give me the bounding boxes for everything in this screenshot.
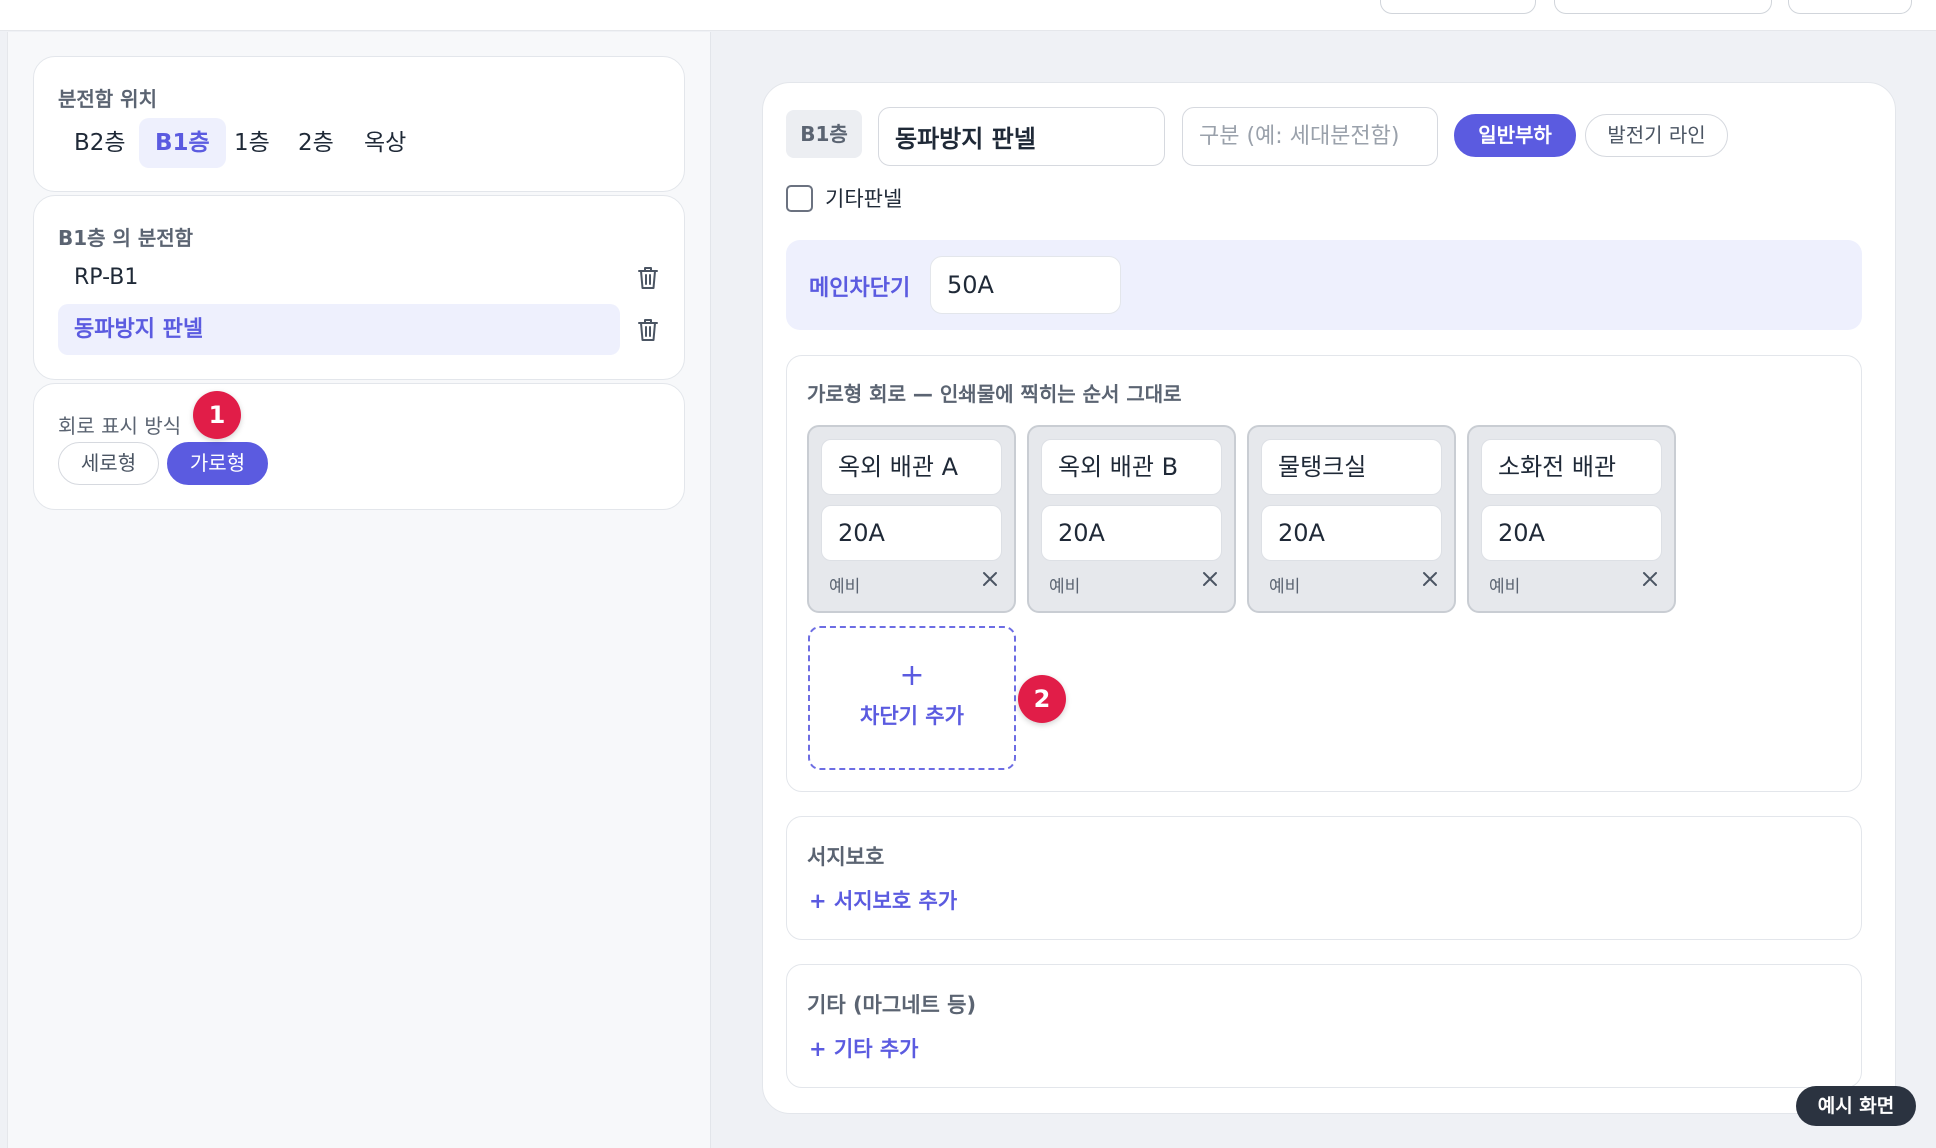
top-button-2[interactable] — [1554, 0, 1772, 14]
panels-label: B1층 의 분전함 — [58, 226, 194, 250]
floor-tab-2f[interactable]: 2층 — [282, 118, 350, 168]
circuit-spare-label[interactable]: 예비 — [829, 572, 860, 597]
floor-chip: B1층 — [786, 110, 862, 158]
circuit-amp-input[interactable]: 20A — [1261, 505, 1442, 561]
top-button-3[interactable] — [1788, 0, 1912, 14]
other-panel-checkbox[interactable] — [786, 185, 813, 212]
mode-horizontal-button[interactable]: 가로형 — [167, 442, 268, 485]
panel-name-input[interactable] — [878, 107, 1165, 166]
sample-screen-badge: 예시 화면 — [1796, 1086, 1916, 1126]
surge-section: 서지보호 + 서지보호 추가 — [786, 816, 1862, 940]
add-etc-button[interactable]: + 기타 추가 — [809, 1033, 919, 1063]
circuit-card: 물탱크실 20A 예비 — [1247, 425, 1456, 613]
circuit-amp-input[interactable]: 20A — [821, 505, 1002, 561]
close-icon[interactable] — [1420, 569, 1440, 589]
circuit-name-input[interactable]: 물탱크실 — [1261, 439, 1442, 495]
circuit-name-input[interactable]: 소화전 배관 — [1481, 439, 1662, 495]
circuit-name-input[interactable]: 옥외 배관 B — [1041, 439, 1222, 495]
circuit-spare-label[interactable]: 예비 — [1049, 572, 1080, 597]
etc-title: 기타 (마그네트 등) — [807, 993, 977, 1017]
display-mode-label: 회로 표시 방식 — [58, 414, 182, 438]
circuit-name-input[interactable]: 옥외 배관 A — [821, 439, 1002, 495]
floor-tab-rooftop[interactable]: 옥상 — [348, 118, 422, 168]
panel-item-freeze-protection[interactable]: 동파방지 판넬 — [58, 304, 620, 355]
circuit-card: 옥외 배관 A 20A 예비 — [807, 425, 1016, 613]
panel-item-rp-b1[interactable]: RP-B1 — [58, 252, 620, 303]
top-button-1[interactable] — [1380, 0, 1536, 14]
circuit-card: 옥외 배관 B 20A 예비 — [1027, 425, 1236, 613]
main-breaker-label: 메인차단기 — [809, 276, 911, 301]
add-surge-button[interactable]: + 서지보호 추가 — [809, 885, 957, 915]
step-marker-1: 1 — [193, 391, 241, 439]
floor-tab-b1[interactable]: B1층 — [139, 118, 226, 168]
floor-tab-b2[interactable]: B2층 — [58, 118, 142, 168]
circuit-amp-input[interactable]: 20A — [1481, 505, 1662, 561]
close-icon[interactable] — [1200, 569, 1220, 589]
step-marker-2: 2 — [1018, 675, 1066, 723]
circuit-section-title: 가로형 회로 — 인쇄물에 찍히는 순서 그대로 — [807, 382, 1182, 406]
trash-icon[interactable] — [636, 317, 660, 343]
load-general-button[interactable]: 일반부하 — [1454, 114, 1576, 157]
circuit-spare-label[interactable]: 예비 — [1489, 572, 1520, 597]
load-generator-button[interactable]: 발전기 라인 — [1585, 114, 1728, 157]
floor-tab-1f[interactable]: 1층 — [218, 118, 286, 168]
circuit-spare-label[interactable]: 예비 — [1269, 572, 1300, 597]
close-icon[interactable] — [980, 569, 1000, 589]
trash-icon[interactable] — [636, 265, 660, 291]
main-breaker-input[interactable] — [930, 256, 1121, 314]
plus-icon: + — [899, 658, 925, 693]
circuit-card: 소화전 배관 20A 예비 — [1467, 425, 1676, 613]
top-bar — [0, 0, 1936, 31]
etc-section: 기타 (마그네트 등) + 기타 추가 — [786, 964, 1862, 1088]
circuit-amp-input[interactable]: 20A — [1041, 505, 1222, 561]
mode-vertical-button[interactable]: 세로형 — [58, 442, 159, 485]
surge-title: 서지보호 — [807, 845, 885, 869]
location-label: 분전함 위치 — [58, 87, 157, 111]
add-breaker-button[interactable]: + 차단기 추가 — [808, 626, 1016, 770]
close-icon[interactable] — [1640, 569, 1660, 589]
add-breaker-label: 차단기 추가 — [860, 704, 964, 728]
category-input[interactable] — [1182, 107, 1438, 166]
other-panel-label: 기타판넬 — [825, 187, 903, 211]
